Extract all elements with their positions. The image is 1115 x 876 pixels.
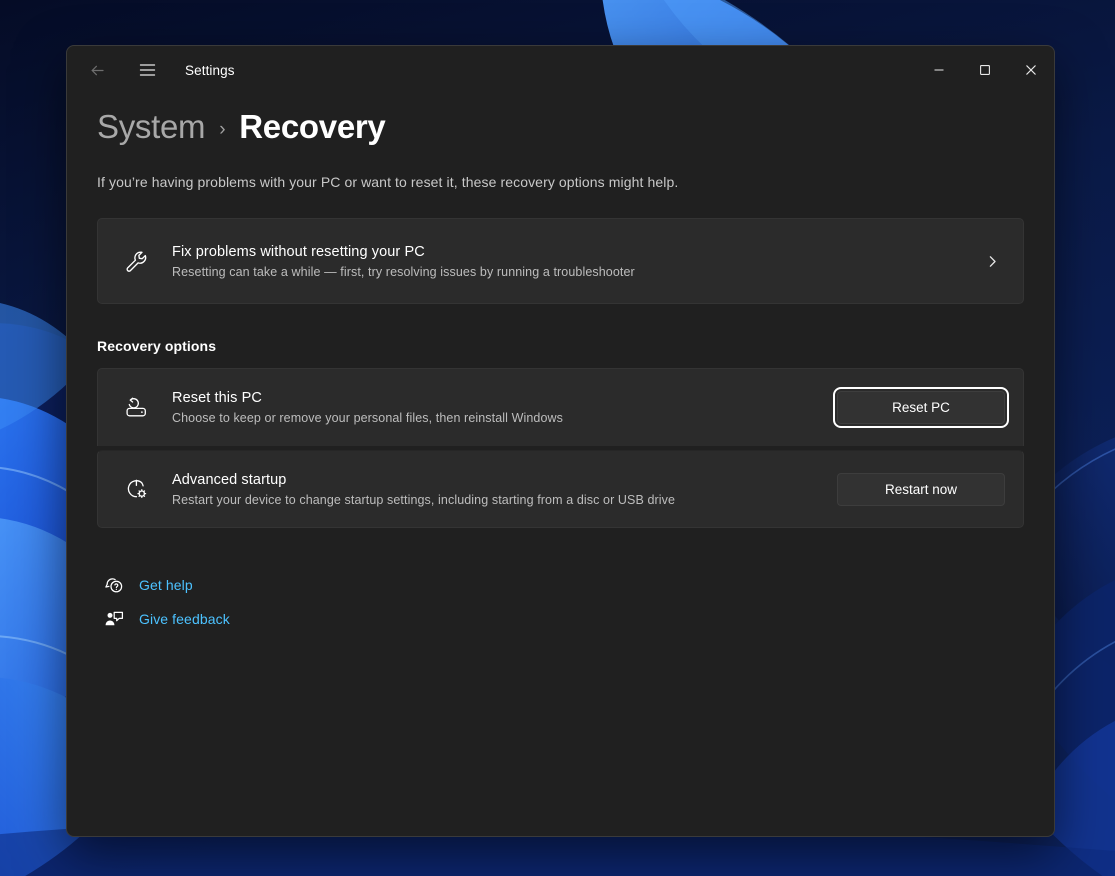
recovery-options-group: Reset this PC Choose to keep or remove y…: [97, 368, 1024, 528]
get-help-icon: [97, 575, 131, 595]
advanced-startup-title: Advanced startup: [172, 472, 837, 488]
recovery-options-heading: Recovery options: [97, 338, 1024, 354]
back-arrow-icon: [89, 62, 106, 79]
give-feedback-label: Give feedback: [139, 611, 230, 627]
minimize-icon: [933, 64, 945, 76]
reset-pc-button[interactable]: Reset PC: [837, 391, 1005, 424]
back-button[interactable]: [81, 54, 113, 86]
fix-problems-text: Fix problems without resetting your PC R…: [172, 244, 979, 279]
reset-this-pc-row: Reset this PC Choose to keep or remove y…: [97, 368, 1024, 446]
give-feedback-link[interactable]: Give feedback: [97, 602, 1024, 636]
hamburger-menu-icon: [139, 63, 156, 77]
fix-problems-card[interactable]: Fix problems without resetting your PC R…: [97, 218, 1024, 304]
give-feedback-icon: [97, 609, 131, 629]
footer-links: Get help Give feedback: [97, 568, 1024, 636]
page-description: If you’re having problems with your PC o…: [97, 174, 1024, 190]
reset-pc-icon: [116, 395, 156, 420]
get-help-link[interactable]: Get help: [97, 568, 1024, 602]
breadcrumb-parent[interactable]: System: [97, 108, 205, 146]
minimize-button[interactable]: [916, 46, 962, 94]
fix-problems-subtitle: Resetting can take a while — first, try …: [172, 265, 979, 279]
page-title: Recovery: [239, 108, 385, 146]
reset-this-pc-subtitle: Choose to keep or remove your personal f…: [172, 411, 837, 425]
advanced-startup-text: Advanced startup Restart your device to …: [172, 472, 837, 507]
get-help-label: Get help: [139, 577, 193, 593]
settings-window: Settings System › Recovery: [66, 45, 1055, 837]
close-button[interactable]: [1008, 46, 1054, 94]
window-controls: [916, 46, 1054, 94]
reset-this-pc-title: Reset this PC: [172, 390, 837, 406]
breadcrumb-separator-icon: ›: [219, 119, 225, 141]
title-bar: Settings: [67, 46, 1054, 94]
close-icon: [1025, 64, 1037, 76]
reset-this-pc-text: Reset this PC Choose to keep or remove y…: [172, 390, 837, 425]
page-content: System › Recovery If you’re having probl…: [67, 108, 1054, 636]
fix-problems-title: Fix problems without resetting your PC: [172, 244, 979, 260]
app-title: Settings: [185, 63, 235, 78]
maximize-icon: [979, 64, 991, 76]
advanced-startup-icon: [116, 477, 156, 502]
advanced-startup-row: Advanced startup Restart your device to …: [97, 450, 1024, 528]
wrench-icon: [116, 249, 156, 274]
breadcrumb: System › Recovery: [97, 108, 1024, 146]
maximize-button[interactable]: [962, 46, 1008, 94]
menu-button[interactable]: [131, 54, 163, 86]
restart-now-button[interactable]: Restart now: [837, 473, 1005, 506]
chevron-right-icon[interactable]: [979, 255, 1005, 268]
advanced-startup-subtitle: Restart your device to change startup se…: [172, 493, 837, 507]
